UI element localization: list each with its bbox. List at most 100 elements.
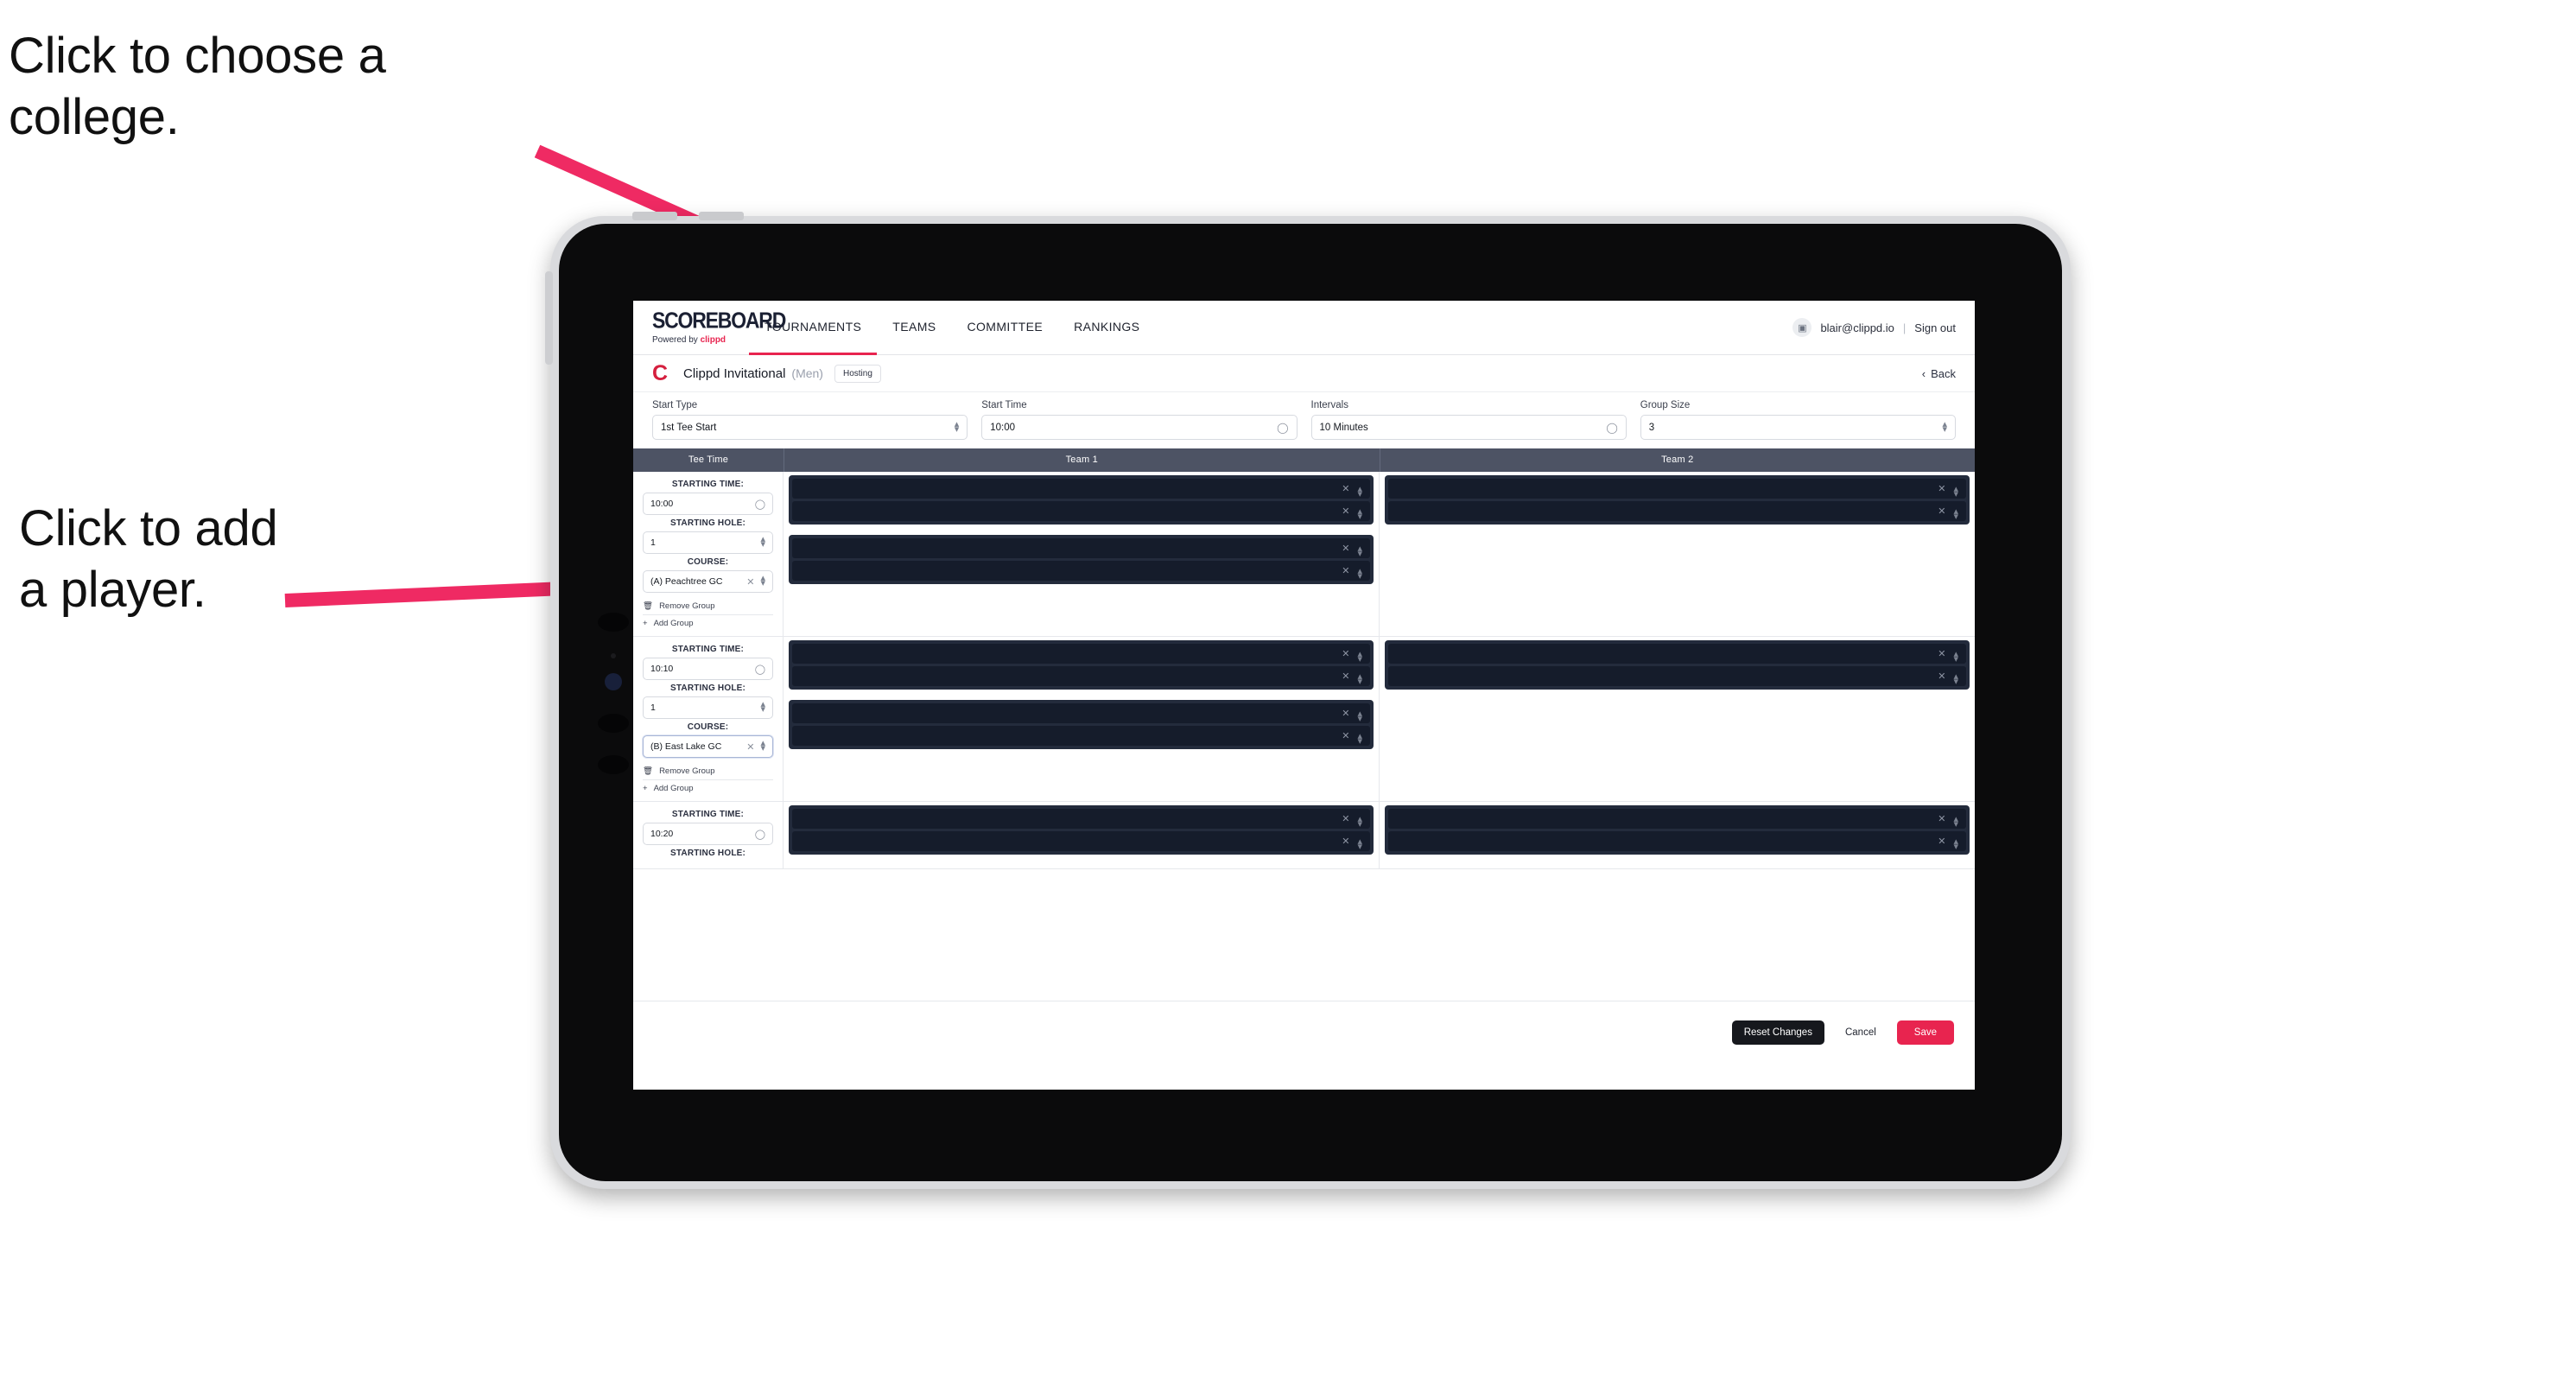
remove-group-button[interactable]: 🗑 Remove Group: [643, 764, 773, 779]
close-icon[interactable]: ✕: [1342, 836, 1349, 847]
close-icon[interactable]: ✕: [1342, 813, 1349, 824]
stepper-icon[interactable]: ▴ ▾: [1942, 419, 1947, 434]
close-icon[interactable]: ✕: [746, 576, 754, 588]
stepper-icon[interactable]: ▴ ▾: [1953, 833, 1958, 851]
player-group[interactable]: ✕ ▴ ▾ ✕ ▴ ▾: [789, 640, 1374, 690]
stepper-icon[interactable]: ▴ ▾: [1357, 811, 1362, 829]
clock-icon[interactable]: ◯: [755, 499, 765, 510]
starting-hole-input[interactable]: 1 ▴ ▾: [643, 696, 773, 719]
clock-icon[interactable]: ◯: [755, 829, 765, 840]
player-slot[interactable]: ✕ ▴ ▾: [1388, 644, 1966, 664]
stepper-icon[interactable]: ▴ ▾: [955, 419, 960, 434]
close-icon[interactable]: ✕: [1342, 505, 1349, 517]
remove-group-button[interactable]: 🗑 Remove Group: [643, 599, 773, 614]
close-icon[interactable]: ✕: [746, 741, 754, 753]
nav-item-committee[interactable]: COMMITTEE: [952, 301, 1059, 355]
start-time-input[interactable]: 10:00 ◯: [981, 415, 1298, 440]
stepper-icon[interactable]: ▴ ▾: [1357, 705, 1362, 723]
start-type-select[interactable]: 1st Tee Start ▴ ▾: [652, 415, 968, 440]
device-button-top-1[interactable]: [632, 212, 677, 220]
stepper-icon[interactable]: ▴ ▾: [1953, 668, 1958, 686]
stepper-icon[interactable]: ▴ ▾: [1357, 540, 1362, 558]
player-group[interactable]: ✕ ▴ ▾ ✕ ▴ ▾: [789, 475, 1374, 525]
save-button[interactable]: Save: [1896, 1020, 1954, 1045]
close-icon[interactable]: ✕: [1342, 648, 1349, 659]
player-slot[interactable]: ✕ ▴ ▾: [792, 666, 1370, 686]
player-slot[interactable]: ✕ ▴ ▾: [792, 809, 1370, 829]
intervals-input[interactable]: 10 Minutes ◯: [1310, 415, 1627, 440]
close-icon[interactable]: ✕: [1938, 505, 1945, 517]
stepper-icon[interactable]: ▴ ▾: [760, 700, 765, 715]
stepper-icon[interactable]: ▴ ▾: [760, 574, 765, 588]
add-group-button[interactable]: + Add Group: [643, 781, 773, 796]
stepper-icon[interactable]: ▴ ▾: [1953, 480, 1958, 499]
add-group-button[interactable]: + Add Group: [643, 616, 773, 631]
player-group[interactable]: ✕ ▴ ▾ ✕ ▴ ▾: [1385, 640, 1970, 690]
player-group[interactable]: ✕ ▴ ▾ ✕ ▴ ▾: [789, 535, 1374, 584]
stepper-icon[interactable]: ▴ ▾: [1357, 480, 1362, 499]
cancel-button[interactable]: Cancel: [1837, 1020, 1885, 1045]
close-icon[interactable]: ✕: [1938, 648, 1945, 659]
player-group[interactable]: ✕ ▴ ▾ ✕ ▴ ▾: [1385, 475, 1970, 525]
player-slot[interactable]: ✕ ▴ ▾: [1388, 479, 1966, 499]
player-slot[interactable]: ✕ ▴ ▾: [1388, 501, 1966, 521]
course-select[interactable]: (B) East Lake GC ✕ ▴ ▾: [643, 735, 773, 758]
stepper-icon[interactable]: ▴ ▾: [760, 739, 765, 753]
close-icon[interactable]: ✕: [1342, 565, 1349, 576]
stepper-icon[interactable]: ▴ ▾: [1357, 503, 1362, 521]
starting-time-value: 10:00: [650, 499, 674, 509]
device-button-top-2[interactable]: [699, 212, 744, 220]
close-icon[interactable]: ✕: [1342, 543, 1349, 554]
player-slot[interactable]: ✕ ▴ ▾: [792, 479, 1370, 499]
stepper-icon[interactable]: ▴ ▾: [1357, 645, 1362, 664]
stepper-icon[interactable]: ▴ ▾: [1357, 563, 1362, 581]
stepper-icon[interactable]: ▴ ▾: [1357, 668, 1362, 686]
avatar[interactable]: ▣: [1792, 318, 1812, 337]
stepper-icon[interactable]: ▴ ▾: [1953, 811, 1958, 829]
stepper-icon[interactable]: ▴ ▾: [1953, 503, 1958, 521]
starting-time-input[interactable]: 10:00 ◯: [643, 493, 773, 515]
brand-logo[interactable]: SCOREBOARD Powered by clippd: [633, 301, 786, 354]
player-slot[interactable]: ✕ ▴ ▾: [1388, 831, 1966, 851]
starting-time-input[interactable]: 10:10 ◯: [643, 658, 773, 680]
player-slot[interactable]: ✕ ▴ ▾: [792, 561, 1370, 581]
camera-lens-2-icon: [598, 714, 629, 733]
player-group[interactable]: ✕ ▴ ▾ ✕ ▴ ▾: [789, 805, 1374, 855]
player-slot[interactable]: ✕ ▴ ▾: [792, 831, 1370, 851]
close-icon[interactable]: ✕: [1938, 671, 1945, 682]
close-icon[interactable]: ✕: [1342, 708, 1349, 719]
nav-item-rankings[interactable]: RANKINGS: [1058, 301, 1155, 355]
stepper-icon[interactable]: ▴ ▾: [1357, 728, 1362, 746]
player-group[interactable]: ✕ ▴ ▾ ✕ ▴ ▾: [789, 700, 1374, 749]
player-slot[interactable]: ✕ ▴ ▾: [792, 726, 1370, 746]
clock-icon[interactable]: ◯: [1606, 422, 1617, 434]
close-icon[interactable]: ✕: [1342, 730, 1349, 741]
clock-icon[interactable]: ◯: [755, 664, 765, 675]
player-slot[interactable]: ✕ ▴ ▾: [1388, 666, 1966, 686]
back-button[interactable]: ‹ Back: [1922, 367, 1956, 380]
player-slot[interactable]: ✕ ▴ ▾: [792, 501, 1370, 521]
player-slot[interactable]: ✕ ▴ ▾: [1388, 809, 1966, 829]
reset-changes-button[interactable]: Reset Changes: [1731, 1020, 1824, 1045]
tee-time-table-body[interactable]: STARTING TIME: 10:00 ◯ STARTING HOLE: 1 ▴ ▾ COU…: [633, 472, 1975, 1001]
player-group[interactable]: ✕ ▴ ▾ ✕ ▴ ▾: [1385, 805, 1970, 855]
sign-out-link[interactable]: Sign out: [1914, 321, 1956, 334]
clock-icon[interactable]: ◯: [1277, 422, 1288, 434]
stepper-icon[interactable]: ▴ ▾: [1357, 833, 1362, 851]
stepper-icon[interactable]: ▴ ▾: [760, 535, 765, 550]
course-select[interactable]: (A) Peachtree GC ✕ ▴ ▾: [643, 570, 773, 593]
nav-item-teams[interactable]: TEAMS: [877, 301, 951, 355]
player-slot[interactable]: ✕ ▴ ▾: [792, 703, 1370, 723]
player-slot[interactable]: ✕ ▴ ▾: [792, 644, 1370, 664]
close-icon[interactable]: ✕: [1938, 483, 1945, 494]
device-button-left[interactable]: [545, 271, 553, 365]
close-icon[interactable]: ✕: [1342, 671, 1349, 682]
starting-time-input[interactable]: 10:20 ◯: [643, 823, 773, 845]
group-size-select[interactable]: 3 ▴ ▾: [1640, 415, 1956, 440]
close-icon[interactable]: ✕: [1938, 813, 1945, 824]
close-icon[interactable]: ✕: [1342, 483, 1349, 494]
starting-hole-input[interactable]: 1 ▴ ▾: [643, 531, 773, 554]
player-slot[interactable]: ✕ ▴ ▾: [792, 538, 1370, 558]
close-icon[interactable]: ✕: [1938, 836, 1945, 847]
stepper-icon[interactable]: ▴ ▾: [1953, 645, 1958, 664]
